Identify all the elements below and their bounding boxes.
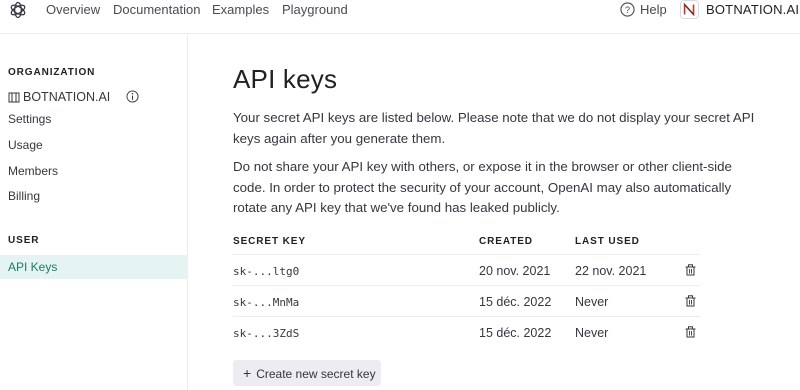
org-switcher[interactable]: BOTNATION.AI [706,2,799,18]
sidebar-item-api-keys[interactable]: API Keys [0,255,188,279]
column-header-last-used: LAST USED [575,236,640,247]
sidebar: ORGANIZATION BOTNATION.AI Settings Usage… [0,34,188,390]
help-link[interactable]: Help [640,2,667,18]
created-cell: 20 nov. 2021 [479,264,551,278]
org-logo-icon[interactable] [680,0,699,19]
user-heading: USER [8,235,40,246]
intro-paragraph: Your secret API keys are listed below. P… [233,110,755,146]
nav-documentation[interactable]: Documentation [113,2,200,18]
secret-key-cell: sk-...ltg0 [233,265,300,278]
last-used-cell: 22 nov. 2021 [575,264,647,278]
create-secret-key-button[interactable]: + Create new secret key [233,360,381,386]
top-nav: Overview Documentation Examples Playgrou… [0,0,800,34]
page-title: API keys [233,64,338,94]
column-header-created: CREATED [479,236,533,247]
info-icon[interactable] [126,90,139,103]
secret-key-cell: sk-...3ZdS [233,327,300,340]
secret-key-cell: sk-...MnMa [233,296,300,309]
created-cell: 15 déc. 2022 [479,295,552,309]
sidebar-org-label: BOTNATION.AI [23,90,111,104]
building-icon [8,92,20,103]
sidebar-item-usage[interactable]: Usage [0,133,188,157]
sidebar-item-billing[interactable]: Billing [0,184,188,208]
sidebar-org-name[interactable]: BOTNATION.AI [8,89,188,105]
column-header-secret-key: SECRET KEY [233,236,306,247]
last-used-cell: Never [575,295,609,309]
trash-icon[interactable] [685,264,696,276]
openai-logo-icon[interactable] [8,0,28,20]
create-secret-key-label: Create new secret key [256,367,376,381]
table-row: sk-...MnMa 15 déc. 2022 Never [233,285,700,316]
sidebar-item-settings[interactable]: Settings [0,107,188,131]
plus-icon: + [243,365,252,381]
nav-examples[interactable]: Examples [212,2,269,18]
created-cell: 15 déc. 2022 [479,326,552,340]
svg-text:?: ? [625,5,630,15]
table-row: sk-...ltg0 20 nov. 2021 22 nov. 2021 [233,254,700,285]
sidebar-item-members[interactable]: Members [0,159,188,183]
nav-overview[interactable]: Overview [46,2,100,18]
trash-icon[interactable] [685,295,696,307]
warning-paragraph: Do not share your API key with others, o… [233,159,732,215]
nav-playground[interactable]: Playground [282,2,348,18]
last-used-cell: Never [575,326,609,340]
help-icon[interactable]: ? [620,2,635,17]
trash-icon[interactable] [685,326,696,338]
table-row: sk-...3ZdS 15 déc. 2022 Never [233,316,700,347]
organization-heading: ORGANIZATION [8,67,96,78]
